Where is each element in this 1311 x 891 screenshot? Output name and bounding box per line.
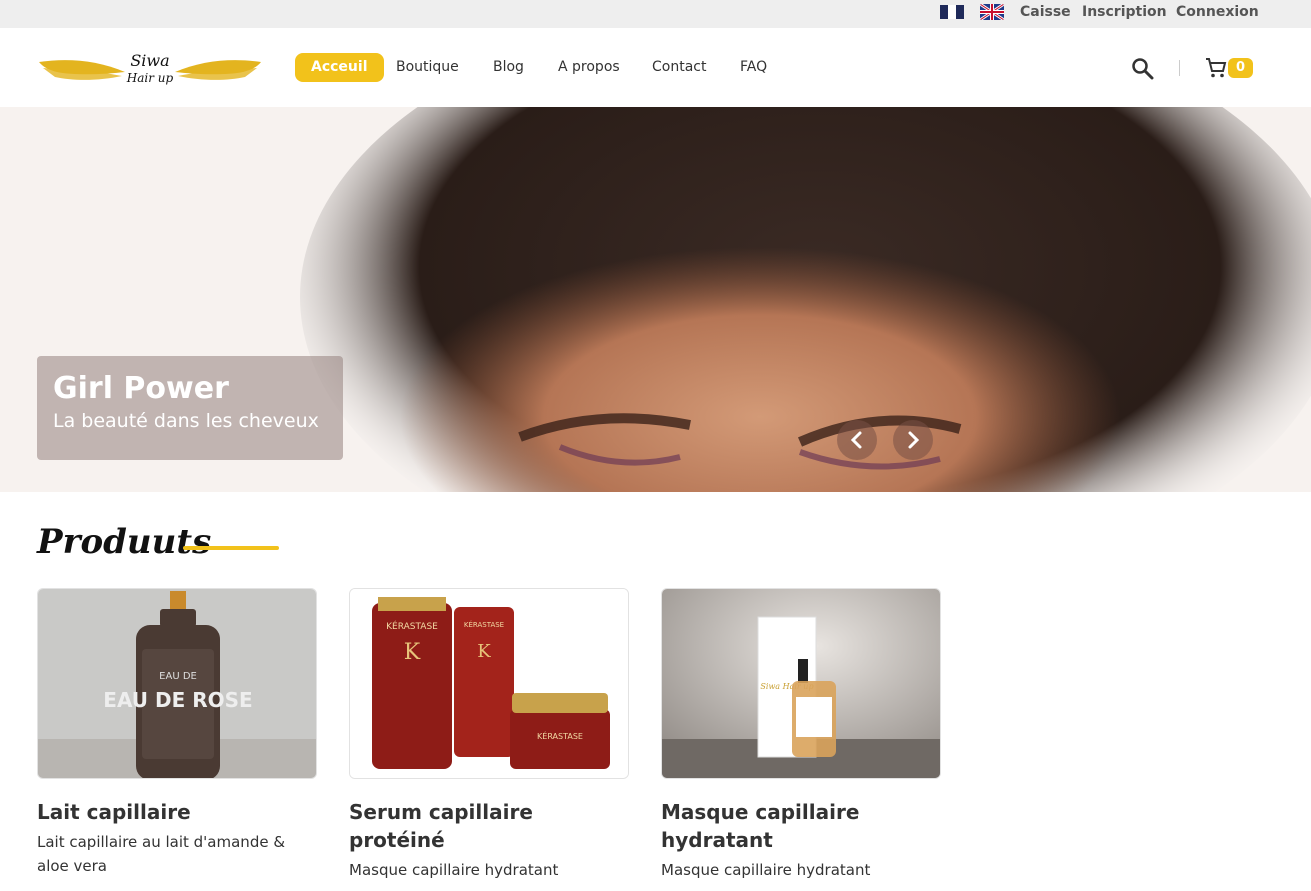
svg-text:KÉRASTASE: KÉRASTASE xyxy=(537,730,583,741)
title-underline xyxy=(183,546,279,550)
hero-subtitle: La beauté dans les cheveux xyxy=(53,410,319,432)
product-name[interactable]: Lait capillaire xyxy=(37,798,317,826)
svg-text:Siwa: Siwa xyxy=(130,51,169,70)
product-card[interactable]: EAU DE EAU DE ROSE Lait capillaire Lait … xyxy=(37,588,317,878)
svg-text:KÉRASTASE: KÉRASTASE xyxy=(464,620,504,629)
checkout-link[interactable]: Caisse xyxy=(1020,4,1071,20)
search-icon[interactable] xyxy=(1130,56,1156,82)
product-card[interactable]: KÉRASTASE K KÉRASTASE K KÉRASTASE Serum … xyxy=(349,588,629,882)
svg-text:EAU DE ROSE: EAU DE ROSE xyxy=(103,688,252,712)
top-utility-bar: Caisse Inscription Connexion xyxy=(0,0,1311,28)
product-image[interactable]: KÉRASTASE K KÉRASTASE K KÉRASTASE xyxy=(349,588,629,779)
nav-shop[interactable]: Boutique xyxy=(396,53,459,82)
product-image[interactable]: EAU DE EAU DE ROSE xyxy=(37,588,317,779)
main-header: Siwa Hair up Acceuil Boutique Blog A pro… xyxy=(0,28,1311,107)
hero-carousel: Girl Power La beauté dans les cheveux xyxy=(0,107,1311,492)
svg-text:EAU DE: EAU DE xyxy=(159,671,197,682)
login-link[interactable]: Connexion xyxy=(1176,4,1259,20)
product-image[interactable]: Siwa Hair up xyxy=(661,588,941,779)
site-logo[interactable]: Siwa Hair up xyxy=(37,48,263,88)
nav-blog[interactable]: Blog xyxy=(493,53,524,82)
flag-fr-icon[interactable] xyxy=(940,5,964,19)
product-description: Masque capillaire hydratant xyxy=(661,861,871,879)
chevron-right-icon xyxy=(908,431,920,449)
svg-text:Hair up: Hair up xyxy=(126,71,174,85)
carousel-prev-button[interactable] xyxy=(837,420,877,460)
svg-text:K: K xyxy=(477,641,491,662)
product-name[interactable]: Masque capillaire hydratant xyxy=(661,798,941,854)
cart-icon[interactable] xyxy=(1204,56,1228,80)
hero-title: Girl Power xyxy=(53,371,229,406)
products-section-title: Produuts xyxy=(37,522,212,562)
nav-contact[interactable]: Contact xyxy=(652,53,706,82)
svg-text:KÉRASTASE: KÉRASTASE xyxy=(386,620,438,632)
register-link[interactable]: Inscription xyxy=(1082,4,1167,20)
carousel-next-button[interactable] xyxy=(893,420,933,460)
product-name[interactable]: Serum capillaire protéiné xyxy=(349,798,629,854)
nav-home[interactable]: Acceuil xyxy=(295,53,384,82)
product-card[interactable]: Siwa Hair up Masque capillaire hydratant… xyxy=(661,588,941,882)
product-description: Masque capillaire hydratant xyxy=(349,861,559,879)
product-description: Lait capillaire au lait d'amande & aloe … xyxy=(37,833,286,875)
flag-uk-icon[interactable] xyxy=(980,4,1004,20)
svg-text:K: K xyxy=(404,640,421,665)
nav-faq[interactable]: FAQ xyxy=(740,53,767,82)
cart-count-badge[interactable]: 0 xyxy=(1228,58,1253,78)
header-divider xyxy=(1179,60,1180,76)
chevron-left-icon xyxy=(850,431,862,449)
nav-about[interactable]: A propos xyxy=(558,53,620,82)
hero-caption: Girl Power La beauté dans les cheveux xyxy=(37,356,343,460)
